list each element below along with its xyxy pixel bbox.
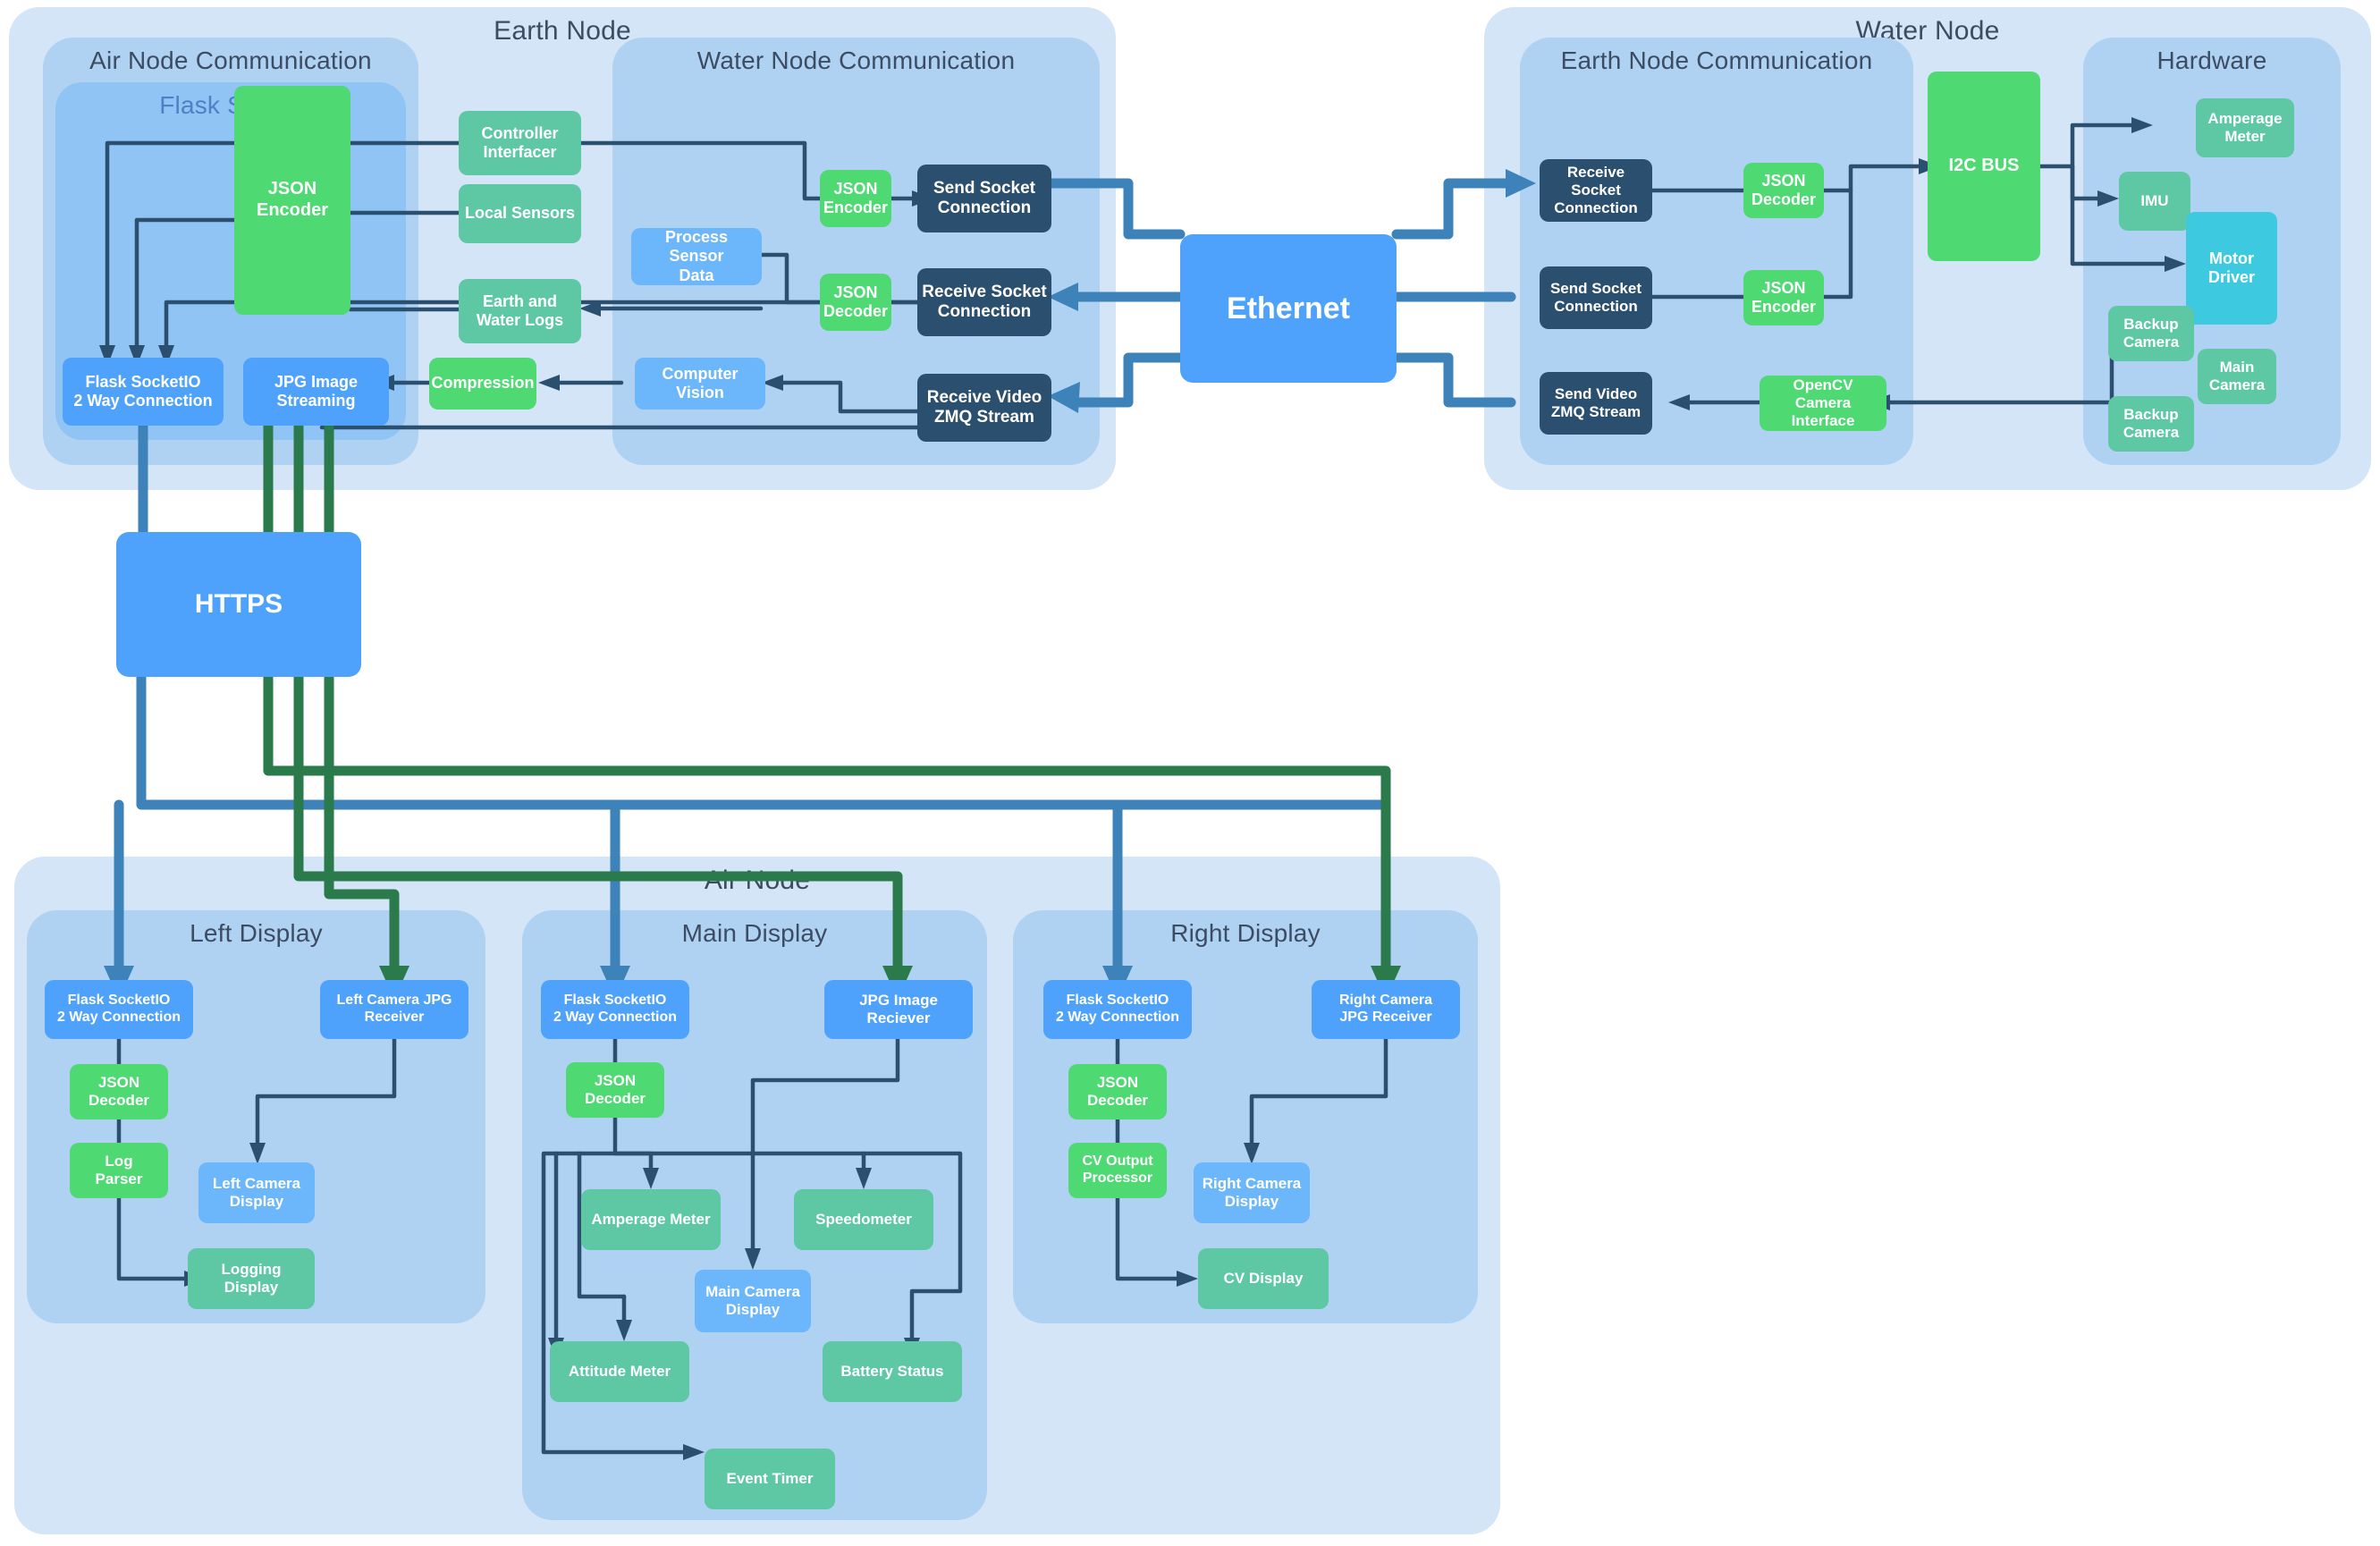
node-event-timer[interactable]: Event Timer bbox=[705, 1449, 835, 1509]
node-cv-output-processor[interactable]: CV Output Processor bbox=[1068, 1143, 1167, 1198]
node-json-decoder-main[interactable]: JSON Decoder bbox=[566, 1062, 664, 1118]
node-send-socket-connection-earth[interactable]: Send Socket Connection bbox=[917, 165, 1051, 232]
node-left-camera-jpg-receiver[interactable]: Left Camera JPG Receiver bbox=[320, 980, 468, 1039]
node-speedometer[interactable]: Speedometer bbox=[794, 1189, 933, 1250]
node-json-encoder-water[interactable]: JSON Encoder bbox=[1743, 270, 1824, 325]
group-title-water-node-communication: Water Node Communication bbox=[696, 46, 1016, 74]
node-motor-driver[interactable]: Motor Driver bbox=[2186, 212, 2277, 325]
node-json-decoder-right[interactable]: JSON Decoder bbox=[1068, 1064, 1167, 1119]
node-send-video-zmq-stream[interactable]: Send Video ZMQ Stream bbox=[1540, 372, 1652, 435]
group-title-main-display: Main Display bbox=[681, 919, 828, 947]
node-right-camera-display[interactable]: Right Camera Display bbox=[1194, 1162, 1310, 1223]
node-imu[interactable]: IMU bbox=[2119, 172, 2190, 231]
node-local-sensors[interactable]: Local Sensors bbox=[459, 184, 581, 243]
node-logging-display[interactable]: Logging Display bbox=[188, 1248, 315, 1309]
node-computer-vision[interactable]: Computer Vision bbox=[635, 358, 765, 410]
node-json-decoder-left[interactable]: JSON Decoder bbox=[70, 1064, 168, 1119]
node-receive-socket-connection-water[interactable]: Receive Socket Connection bbox=[1540, 159, 1652, 222]
node-flask-socketio-earth[interactable]: Flask SocketIO 2 Way Connection bbox=[63, 358, 224, 426]
node-ethernet[interactable]: Ethernet bbox=[1180, 234, 1397, 383]
node-main-camera-display[interactable]: Main Camera Display bbox=[695, 1270, 811, 1332]
node-json-decoder-wnc[interactable]: JSON Decoder bbox=[820, 274, 891, 331]
node-backup-camera-top[interactable]: Backup Camera bbox=[2108, 306, 2194, 361]
node-cv-display[interactable]: CV Display bbox=[1198, 1248, 1329, 1309]
node-attitude-meter[interactable]: Attitude Meter bbox=[550, 1341, 689, 1402]
node-json-encoder-flask[interactable]: JSON Encoder bbox=[234, 86, 350, 315]
node-opencv-camera-interface[interactable]: OpenCV Camera Interface bbox=[1760, 376, 1886, 431]
group-title-left-display: Left Display bbox=[190, 919, 323, 947]
node-flask-socketio-left[interactable]: Flask SocketIO 2 Way Connection bbox=[45, 980, 193, 1039]
node-earth-and-water-logs[interactable]: Earth and Water Logs bbox=[459, 279, 581, 343]
node-flask-socketio-right[interactable]: Flask SocketIO 2 Way Connection bbox=[1043, 980, 1192, 1039]
node-https[interactable]: HTTPS bbox=[116, 532, 361, 677]
node-flask-socketio-main[interactable]: Flask SocketIO 2 Way Connection bbox=[541, 980, 689, 1039]
node-log-parser[interactable]: Log Parser bbox=[70, 1143, 168, 1198]
architecture-diagram: Earth Node Air Node Communication Flask … bbox=[0, 0, 2380, 1546]
node-main-camera[interactable]: Main Camera bbox=[2198, 349, 2276, 404]
node-jpg-image-streaming[interactable]: JPG Image Streaming bbox=[243, 358, 389, 426]
node-battery-status[interactable]: Battery Status bbox=[823, 1341, 962, 1402]
node-receive-video-zmq-stream[interactable]: Receive Video ZMQ Stream bbox=[917, 374, 1051, 442]
group-title-right-display: Right Display bbox=[1170, 919, 1321, 947]
node-compression[interactable]: Compression bbox=[429, 358, 536, 410]
node-i2c-bus[interactable]: I2C BUS bbox=[1928, 72, 2040, 261]
group-title-hardware: Hardware bbox=[2156, 46, 2267, 74]
node-send-socket-connection-water[interactable]: Send Socket Connection bbox=[1540, 266, 1652, 329]
node-amperage-meter-main[interactable]: Amperage Meter bbox=[581, 1189, 721, 1250]
node-amperage-meter-hardware[interactable]: Amperage Meter bbox=[2196, 98, 2294, 157]
group-title-air-node-communication: Air Node Communication bbox=[89, 46, 372, 74]
node-process-sensor-data[interactable]: Process Sensor Data bbox=[631, 228, 762, 285]
node-json-encoder-wnc[interactable]: JSON Encoder bbox=[820, 170, 891, 227]
node-jpg-image-receiver[interactable]: JPG Image Reciever bbox=[824, 980, 973, 1039]
node-backup-camera-bottom[interactable]: Backup Camera bbox=[2108, 396, 2194, 452]
node-left-camera-display[interactable]: Left Camera Display bbox=[198, 1162, 315, 1223]
node-right-camera-jpg-receiver[interactable]: Right Camera JPG Receiver bbox=[1312, 980, 1460, 1039]
node-controller-interfacer[interactable]: Controller Interfacer bbox=[459, 111, 581, 175]
group-title-flask-server: Flask Server bbox=[159, 91, 302, 119]
node-json-decoder-water[interactable]: JSON Decoder bbox=[1743, 163, 1824, 218]
group-title-air-node: Air Node bbox=[704, 866, 811, 895]
group-title-earth-node-communication: Earth Node Communication bbox=[1560, 46, 1873, 74]
node-receive-socket-connection-earth[interactable]: Receive Socket Connection bbox=[917, 268, 1051, 336]
